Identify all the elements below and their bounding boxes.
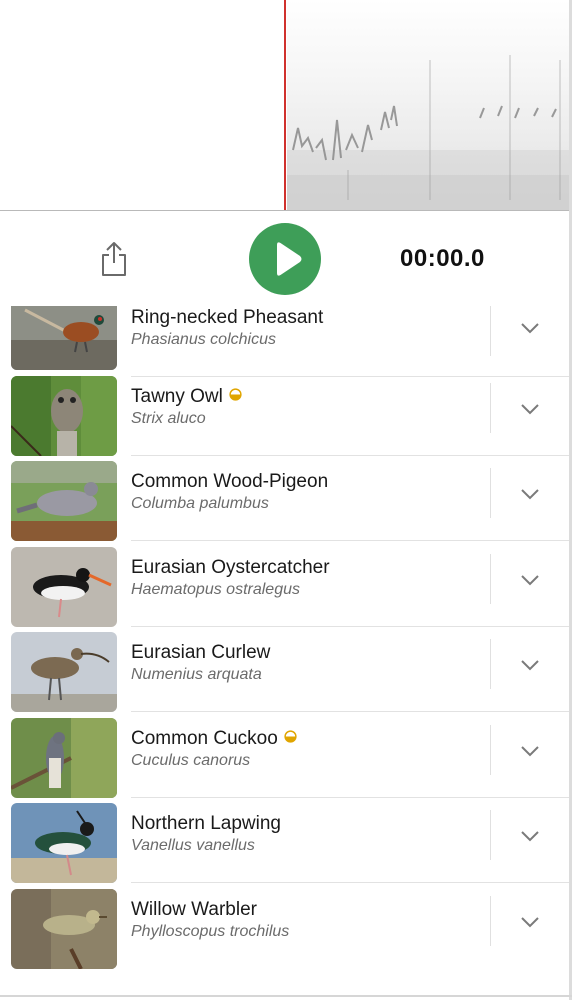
scientific-name: Haematopus ostralegus	[131, 581, 300, 598]
cuckoo-photo	[11, 718, 117, 798]
chevron-down-icon[interactable]	[518, 910, 542, 934]
divider	[490, 554, 491, 604]
share-button[interactable]	[96, 239, 132, 279]
half-circle-badge-icon	[284, 730, 297, 743]
common-name: Ring-necked Pheasant	[131, 307, 324, 328]
row-separator	[131, 711, 569, 712]
divider	[490, 810, 491, 860]
player-controls: 00:00.0	[0, 211, 569, 306]
scientific-name: Strix aluco	[131, 410, 206, 427]
lapwing-photo	[11, 803, 117, 883]
common-name: Eurasian Oystercatcher	[131, 557, 330, 578]
common-name: Tawny Owl	[131, 385, 471, 408]
common-name: Northern Lapwing	[131, 813, 281, 834]
row-separator	[131, 540, 569, 541]
scientific-name: Phasianus colchicus	[131, 331, 276, 348]
row-separator	[131, 882, 569, 883]
divider	[490, 383, 491, 433]
scientific-name: Columba palumbus	[131, 495, 269, 512]
list-item[interactable]: Common Cuckoo Cuculus canorus	[0, 713, 569, 798]
play-icon	[277, 242, 302, 276]
tawny-owl-photo	[11, 376, 117, 456]
chevron-down-icon[interactable]	[518, 739, 542, 763]
common-name: Eurasian Curlew	[131, 642, 271, 663]
playback-timer: 00:00.0	[400, 245, 485, 272]
scientific-name: Phylloscopus trochilus	[131, 923, 290, 940]
chevron-down-icon[interactable]	[518, 824, 542, 848]
common-name: Common Wood-Pigeon	[131, 471, 329, 492]
share-icon	[102, 242, 126, 276]
chevron-down-icon[interactable]	[518, 397, 542, 421]
list-item[interactable]: Northern Lapwing Vanellus vanellus	[0, 798, 569, 883]
bottom-divider	[0, 995, 572, 997]
list-item[interactable]: Eurasian Oystercatcher Haematopus ostral…	[0, 542, 569, 627]
chevron-down-icon[interactable]	[518, 653, 542, 677]
common-name: Willow Warbler	[131, 899, 257, 920]
oystercatcher-photo	[11, 547, 117, 627]
curlew-photo	[11, 632, 117, 712]
scientific-name: Vanellus vanellus	[131, 837, 255, 854]
species-list: Ring-necked Pheasant Phasianus colchicus…	[0, 306, 569, 1000]
willow-warbler-photo	[11, 889, 117, 969]
list-item[interactable]: Eurasian Curlew Numenius arquata	[0, 627, 569, 712]
pheasant-photo	[11, 306, 117, 370]
list-item[interactable]: Common Wood-Pigeon Columba palumbus	[0, 456, 569, 541]
divider	[490, 639, 491, 689]
wood-pigeon-photo	[11, 461, 117, 541]
chevron-down-icon[interactable]	[518, 482, 542, 506]
chevron-down-icon[interactable]	[518, 316, 542, 340]
list-item[interactable]: Tawny Owl Strix aluco	[0, 371, 569, 456]
divider	[490, 896, 491, 946]
scientific-name: Cuculus canorus	[131, 752, 251, 769]
divider	[490, 725, 491, 775]
half-circle-badge-icon	[229, 388, 242, 401]
common-name: Common Cuckoo	[131, 727, 471, 750]
divider	[490, 306, 491, 356]
scientific-name: Numenius arquata	[131, 666, 262, 683]
spectrogram[interactable]	[0, 0, 572, 211]
list-item[interactable]: Willow Warbler Phylloscopus trochilus	[0, 884, 569, 969]
divider	[490, 468, 491, 518]
chevron-down-icon[interactable]	[518, 568, 542, 592]
play-button[interactable]	[249, 223, 321, 295]
